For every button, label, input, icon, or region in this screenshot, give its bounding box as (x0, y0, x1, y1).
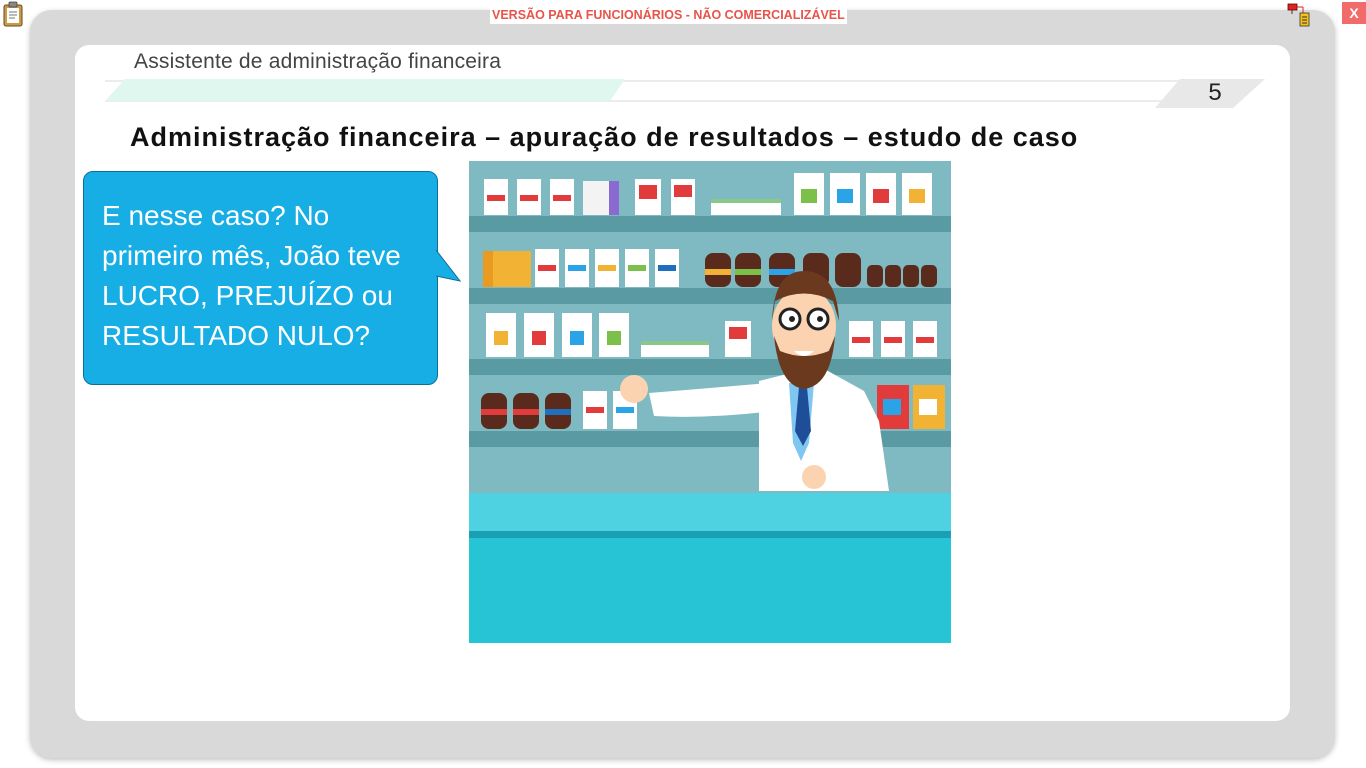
close-icon: X (1349, 5, 1359, 21)
slide-title: Administração financeira – apuração de r… (130, 122, 1079, 152)
speech-bubble-tail (436, 249, 462, 282)
header-decoration (105, 79, 1265, 108)
watermark-text: VERSÃO PARA FUNCIONÁRIOS - NÃO COMERCIAL… (490, 6, 847, 24)
bubble-line: RESULTADO NULO? (102, 320, 371, 351)
page-number: 5 (1208, 79, 1222, 106)
bubble-line: LUCRO, PREJUÍZO ou (102, 280, 393, 311)
bubble-line: E nesse caso? No (102, 200, 330, 231)
pharmacist-illustration (469, 161, 951, 643)
speech-bubble-text: E nesse caso? No primeiro mês, João teve… (102, 196, 432, 356)
network-document-icon[interactable] (1286, 2, 1314, 28)
bubble-line: primeiro mês, João teve (102, 240, 401, 271)
course-title: Assistente de administração financeira (134, 50, 502, 73)
clipboard-icon[interactable] (2, 1, 24, 27)
close-button[interactable]: X (1342, 2, 1366, 24)
